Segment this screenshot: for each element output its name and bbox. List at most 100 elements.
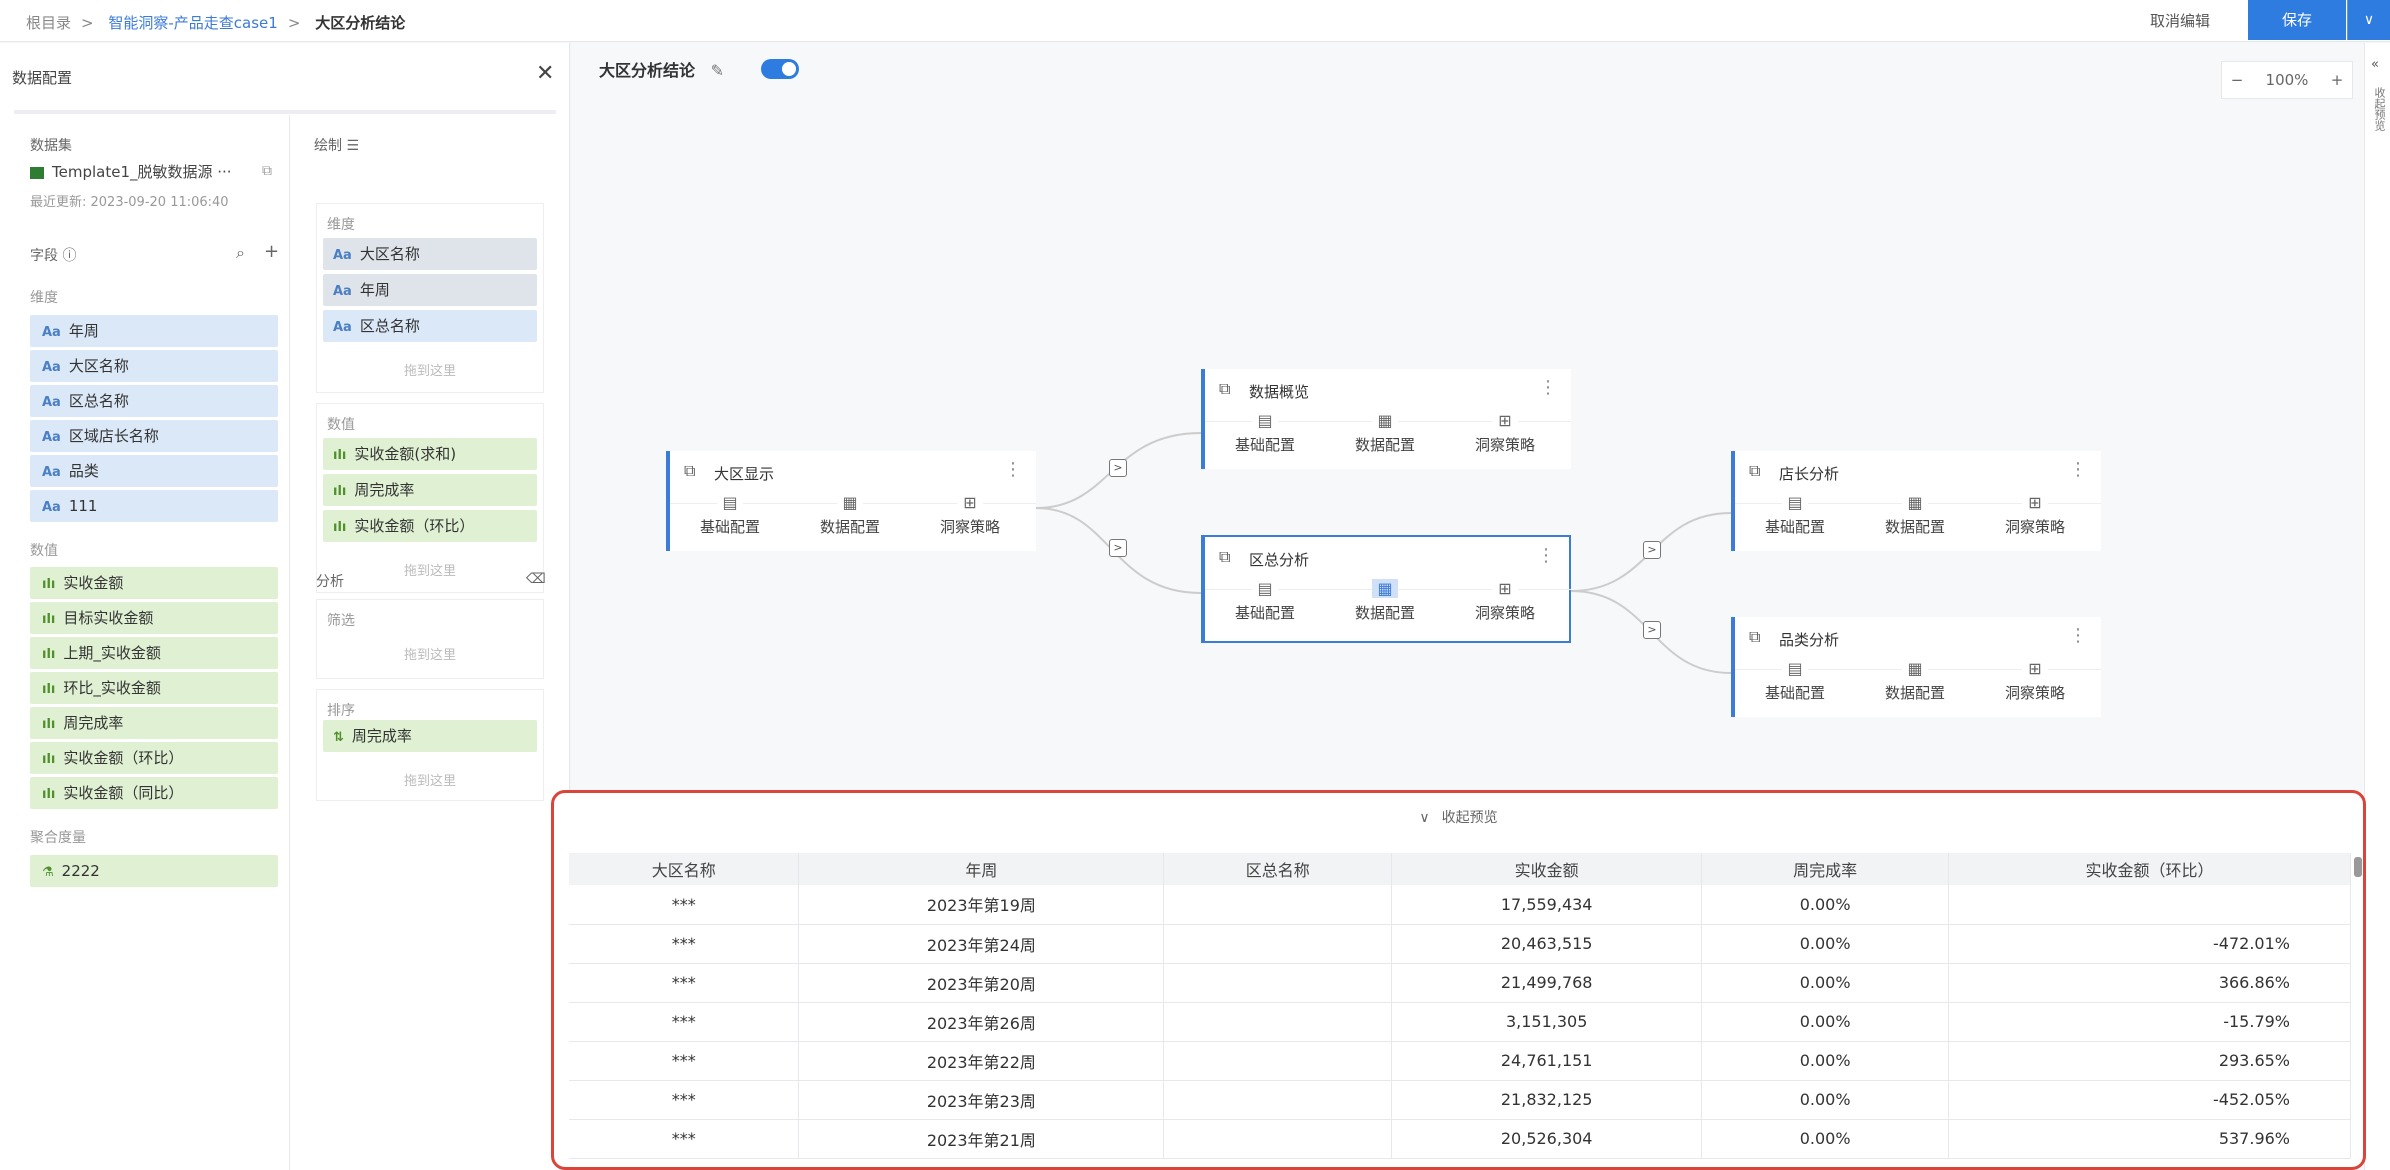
drop-hint: 拖到这里 — [403, 364, 456, 379]
breadcrumb-root[interactable]: 根目录 — [26, 14, 71, 32]
document-icon: ▤ — [1252, 411, 1278, 430]
table-row: *** 2023年第26周 3,151,305 0.00% -15.79% — [569, 1002, 2351, 1042]
text-type-icon: Aa — [42, 395, 61, 410]
node-data-overview[interactable]: ⧉ 数据概览 ⋮ ▤ 基础配置 ▦ 数据配置 ⊞ 洞察策略 — [1201, 369, 1571, 469]
data-config-button[interactable]: ▦ 数据配置 — [1855, 659, 1975, 703]
aggregate-label: 聚合度量 — [30, 830, 86, 846]
bar-chart-icon: ılı — [333, 484, 347, 499]
cancel-edit-button[interactable]: 取消编辑 — [2130, 8, 2230, 34]
config-dim-2[interactable]: Aa 区总名称 — [323, 310, 537, 342]
filter-drop-zone[interactable]: 筛选 拖到这里 — [316, 599, 544, 679]
column-header[interactable]: 年周 — [798, 853, 1165, 885]
config-val-2[interactable]: ılı 实收金额（环比） — [323, 510, 537, 542]
field-dim-3[interactable]: Aa 区域店长名称 — [30, 420, 278, 452]
field-meas-6[interactable]: ılı 实收金额（同比） — [30, 777, 278, 809]
field-meas-0[interactable]: ılı 实收金额 — [30, 567, 278, 599]
field-meas-3[interactable]: ılı 环比_实收金额 — [30, 672, 278, 704]
table-row: *** 2023年第19周 17,559,434 0.00% — [569, 885, 2351, 925]
column-header[interactable]: 实收金额（环比） — [1948, 853, 2351, 885]
more-icon[interactable]: ⋮ — [2069, 459, 2087, 480]
text-type-icon: Aa — [333, 248, 352, 263]
insight-strategy-button[interactable]: ⊞ 洞察策略 — [1445, 411, 1565, 455]
value-drop-zone[interactable]: 数值 ılı 实收金额(求和) ılı 周完成率 ılı 实收金额（环比） 拖到这里 — [316, 403, 544, 593]
data-config-button[interactable]: ▦ 数据配置 — [1855, 493, 1975, 537]
hierarchy-icon: ⧉ — [1219, 547, 1231, 566]
analysis-label: 分析 — [316, 574, 344, 590]
basic-config-button[interactable]: ▤ 基础配置 — [1205, 579, 1325, 623]
insight-strategy-button[interactable]: ⊞ 洞察策略 — [1975, 493, 2095, 537]
field-dim-0[interactable]: Aa 年周 — [30, 315, 278, 347]
dataset-name[interactable]: Template1_脱敏数据源 ··· — [30, 161, 232, 182]
field-meas-2[interactable]: ılı 上期_实收金额 — [30, 637, 278, 669]
dataset-updated: 最近更新: 2023-09-20 11:06:40 — [30, 195, 229, 210]
basic-config-button[interactable]: ▤ 基础配置 — [1205, 411, 1325, 455]
config-dim-0[interactable]: Aa 大区名称 — [323, 238, 537, 270]
table-row: *** 2023年第21周 20,526,304 0.00% 537.96% — [569, 1119, 2351, 1159]
config-dim-1[interactable]: Aa 年周 — [323, 274, 537, 306]
expand-icon[interactable]: > — [1643, 621, 1661, 639]
bar-chart-icon: ılı — [42, 682, 56, 697]
column-header[interactable]: 实收金额 — [1391, 853, 1703, 885]
node-category-analysis[interactable]: ⧉ 品类分析 ⋮ ▤ 基础配置 ▦ 数据配置 ⊞ 洞察策略 — [1731, 617, 2101, 717]
more-icon[interactable]: ⋮ — [1537, 545, 1555, 566]
insight-strategy-button[interactable]: ⊞ 洞察策略 — [1975, 659, 2095, 703]
close-icon[interactable]: ✕ — [536, 61, 554, 86]
config-sort-0[interactable]: ⇅ 周完成率 — [323, 720, 537, 752]
more-icon[interactable]: ⋮ — [1539, 377, 1557, 398]
data-config-button[interactable]: ▦ 数据配置 — [1325, 579, 1445, 623]
insight-strategy-button[interactable]: ⊞ 洞察策略 — [910, 493, 1030, 537]
save-dropdown-button[interactable]: ∨ — [2347, 0, 2390, 40]
expand-icon[interactable]: > — [1643, 541, 1661, 559]
field-dim-2[interactable]: Aa 区总名称 — [30, 385, 278, 417]
document-icon: ▤ — [1782, 659, 1808, 678]
basic-config-button[interactable]: ▤ 基础配置 — [1735, 659, 1855, 703]
field-meas-4[interactable]: ılı 周完成率 — [30, 707, 278, 739]
data-config-button[interactable]: ▦ 数据配置 — [1325, 411, 1445, 455]
node-title: 数据概览 — [1249, 383, 1310, 401]
node-district-analysis[interactable]: ⧉ 区总分析 ⋮ ▤ 基础配置 ▦ 数据配置 ⊞ 洞察策略 — [1201, 535, 1571, 643]
table-icon: ▦ — [1372, 579, 1398, 598]
clear-icon[interactable]: ⌫ — [526, 571, 546, 587]
field-meas-1[interactable]: ılı 目标实收金额 — [30, 602, 278, 634]
node-region-display[interactable]: ⧉ 大区显示 ⋮ ▤ 基础配置 ▦ 数据配置 ⊞ 洞察策略 — [666, 451, 1036, 551]
collapse-preview-button[interactable]: ∨ 收起预览 — [554, 793, 2363, 853]
expand-icon[interactable]: > — [1109, 459, 1127, 477]
external-link-icon[interactable]: ⧉ — [262, 163, 272, 179]
config-val-1[interactable]: ılı 周完成率 — [323, 474, 537, 506]
expand-icon[interactable]: > — [1109, 539, 1127, 557]
breadcrumb-project[interactable]: 智能洞察-产品走查case1 — [108, 14, 277, 32]
grid-icon: ⊞ — [2022, 493, 2048, 512]
data-config-button[interactable]: ▦ 数据配置 — [790, 493, 910, 537]
calc-field-icon: ılı — [42, 787, 56, 802]
save-button[interactable]: 保存 — [2248, 0, 2346, 40]
collapse-chevron-icon[interactable]: « — [2371, 57, 2379, 72]
column-header[interactable]: 周完成率 — [1701, 853, 1950, 885]
more-icon[interactable]: ⋮ — [1004, 459, 1022, 480]
field-dim-5[interactable]: Aa 111 — [30, 490, 278, 522]
sort-drop-zone[interactable]: 排序 ⇅ 周完成率 拖到这里 — [316, 689, 544, 801]
divider — [14, 110, 556, 114]
settings-lines-icon[interactable]: ☰ — [346, 138, 359, 154]
basic-config-button[interactable]: ▤ 基础配置 — [670, 493, 790, 537]
text-type-icon: Aa — [42, 500, 61, 515]
field-dim-1[interactable]: Aa 大区名称 — [30, 350, 278, 382]
add-icon[interactable]: + — [264, 241, 279, 262]
node-store-manager-analysis[interactable]: ⧉ 店长分析 ⋮ ▤ 基础配置 ▦ 数据配置 ⊞ 洞察策略 — [1731, 451, 2101, 551]
insight-strategy-button[interactable]: ⊞ 洞察策略 — [1445, 579, 1565, 623]
column-header[interactable]: 大区名称 — [569, 853, 800, 885]
field-meas-5[interactable]: ılı 实收金额（环比） — [30, 742, 278, 774]
breadcrumb-current: 大区分析结论 — [315, 14, 406, 32]
more-icon[interactable]: ⋮ — [2069, 625, 2087, 646]
table-scrollbar[interactable] — [2354, 857, 2362, 877]
config-val-0[interactable]: ılı 实收金额(求和) — [323, 438, 537, 470]
search-icon[interactable]: ⌕ — [236, 243, 245, 263]
table-icon: ▦ — [837, 493, 863, 512]
basic-config-button[interactable]: ▤ 基础配置 — [1735, 493, 1855, 537]
field-agg-0[interactable]: ⚗ 2222 — [30, 855, 278, 887]
calc-field-icon: ılı — [42, 752, 56, 767]
dimension-drop-zone[interactable]: 维度 Aa 大区名称 Aa 年周 Aa 区总名称 拖到这里 — [316, 203, 544, 393]
field-dim-4[interactable]: Aa 品类 — [30, 455, 278, 487]
column-header[interactable]: 区总名称 — [1163, 853, 1393, 885]
table-header-row: 大区名称 年周 区总名称 实收金额 周完成率 实收金额（环比） — [569, 853, 2351, 885]
side-preview-label[interactable]: 收起预览 — [2371, 87, 2387, 131]
